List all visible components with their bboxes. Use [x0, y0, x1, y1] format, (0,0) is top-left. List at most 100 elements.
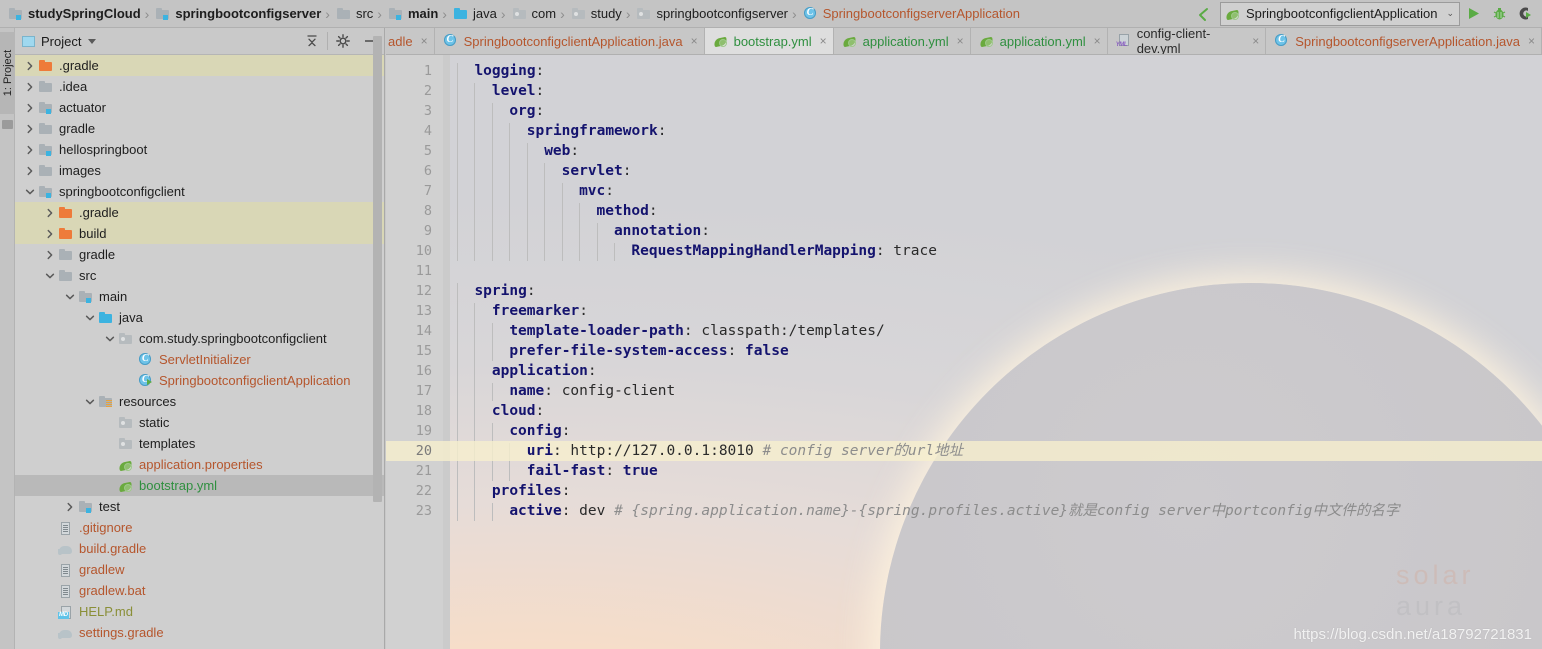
tree-row[interactable]: test	[15, 496, 384, 517]
editor-area[interactable]: 1 logging: 2 level: 3 org: 4 springframework: 5 w…	[386, 55, 1542, 649]
tree-row[interactable]: gradlew.bat	[15, 580, 384, 601]
tree-row[interactable]: .gradle	[15, 202, 384, 223]
chevron-down-icon[interactable]	[23, 181, 37, 202]
code-line[interactable]: 17 name: config-client	[386, 381, 1542, 401]
tree-row[interactable]: settings.gradle	[15, 622, 384, 643]
project-tree-scrollbar[interactable]	[373, 36, 382, 502]
tree-row[interactable]: gradle	[15, 244, 384, 265]
run-button[interactable]	[1460, 1, 1486, 27]
tree-row[interactable]: .idea	[15, 76, 384, 97]
tree-row[interactable]: bootstrap.yml	[15, 475, 384, 496]
chevron-right-icon[interactable]	[43, 202, 57, 223]
code-line[interactable]: 12 spring:	[386, 281, 1542, 301]
tree-row[interactable]: build.gradle	[15, 538, 384, 559]
editor-tab[interactable]: C SpringbootconfigclientApplication.java ×	[435, 28, 705, 54]
tree-row[interactable]: hellospringboot	[15, 139, 384, 160]
close-icon[interactable]: ×	[1094, 35, 1101, 47]
close-icon[interactable]: ×	[1252, 35, 1259, 47]
breadcrumb-item-studyspringcloud[interactable]: studySpringCloud	[4, 0, 143, 28]
chevron-down-icon[interactable]	[88, 38, 97, 44]
close-icon[interactable]: ×	[421, 35, 428, 47]
breadcrumb-item-springbootconfigserver[interactable]: springbootconfigserver	[151, 0, 323, 28]
code-line[interactable]: 9 annotation:	[386, 221, 1542, 241]
navigate-back-icon[interactable]	[1192, 3, 1214, 25]
code-line[interactable]: 1 logging:	[386, 61, 1542, 81]
tree-row[interactable]: templates	[15, 433, 384, 454]
debug-button[interactable]	[1486, 1, 1512, 27]
tree-row[interactable]: application.properties	[15, 454, 384, 475]
tree-row[interactable]: .gradle	[15, 55, 384, 76]
chevron-right-icon[interactable]	[23, 118, 37, 139]
tree-row[interactable]: actuator	[15, 97, 384, 118]
code-line[interactable]: 19 config:	[386, 421, 1542, 441]
tree-row[interactable]: gradlew	[15, 559, 384, 580]
chevron-right-icon[interactable]	[23, 139, 37, 160]
breadcrumb-item-java[interactable]: java	[449, 0, 499, 28]
chevron-right-icon[interactable]	[23, 76, 37, 97]
code-line[interactable]: 5 web:	[386, 141, 1542, 161]
tree-row[interactable]: main	[15, 286, 384, 307]
code-line[interactable]: 10 RequestMappingHandlerMapping: trace	[386, 241, 1542, 261]
editor-tab[interactable]: adle ×	[386, 28, 435, 54]
tree-row[interactable]: static	[15, 412, 384, 433]
tree-row[interactable]: springbootconfigclient	[15, 181, 384, 202]
tree-row[interactable]: C ServletInitializer	[15, 349, 384, 370]
chevron-right-icon[interactable]	[63, 496, 77, 517]
editor-tab[interactable]: YML config-client-dev.yml ×	[1108, 28, 1267, 54]
chevron-down-icon[interactable]: ⌄	[1446, 8, 1454, 19]
code-line[interactable]: 13 freemarker:	[386, 301, 1542, 321]
chevron-right-icon[interactable]	[43, 223, 57, 244]
close-icon[interactable]: ×	[691, 35, 698, 47]
breadcrumb-item-springbootconfigserverapplication[interactable]: C SpringbootconfigserverApplication	[799, 0, 1022, 28]
breadcrumb-item-src[interactable]: src	[332, 0, 375, 28]
editor-tab[interactable]: C SpringbootconfigserverApplication.java ×	[1266, 28, 1542, 54]
code-line[interactable]: 20 uri: http://127.0.0.1:8010 # config se…	[386, 441, 1542, 461]
code-line[interactable]: 4 springframework:	[386, 121, 1542, 141]
breadcrumb-item-springbootconfigserver[interactable]: springbootconfigserver	[632, 0, 790, 28]
breadcrumb-item-com[interactable]: com	[508, 0, 559, 28]
chevron-down-icon[interactable]	[83, 391, 97, 412]
editor-tab[interactable]: bootstrap.yml ×	[704, 28, 834, 54]
editor-tab[interactable]: application.yml ×	[971, 28, 1108, 54]
chevron-right-icon[interactable]	[43, 244, 57, 265]
code-line[interactable]: 16 application:	[386, 361, 1542, 381]
tree-row[interactable]: images	[15, 160, 384, 181]
tree-row[interactable]: gradle	[15, 118, 384, 139]
code-line[interactable]: 8 method:	[386, 201, 1542, 221]
code-line[interactable]: 11	[386, 261, 1542, 281]
chevron-down-icon[interactable]	[63, 286, 77, 307]
gear-icon[interactable]	[330, 29, 356, 53]
code-content[interactable]: 1 logging: 2 level: 3 org: 4 springframework: 5 w…	[386, 61, 1542, 521]
code-line[interactable]: 6 servlet:	[386, 161, 1542, 181]
code-line[interactable]: 18 cloud:	[386, 401, 1542, 421]
tree-row[interactable]: build	[15, 223, 384, 244]
close-icon[interactable]: ×	[820, 35, 827, 47]
code-line[interactable]: 21 fail-fast: true	[386, 461, 1542, 481]
tree-row[interactable]: src	[15, 265, 384, 286]
tree-row[interactable]: MD HELP.md	[15, 601, 384, 622]
tool-window-button-project[interactable]: 1: Project	[0, 32, 15, 114]
run-configuration-selector[interactable]: SpringbootconfigclientApplication ⌄	[1219, 1, 1460, 26]
breadcrumb-item-main[interactable]: main	[384, 0, 440, 28]
project-tree[interactable]: .gradle .idea actuator gradle hellospringboo…	[15, 55, 384, 649]
tree-row[interactable]: resources	[15, 391, 384, 412]
chevron-down-icon[interactable]	[103, 328, 117, 349]
code-line[interactable]: 7 mvc:	[386, 181, 1542, 201]
code-line[interactable]: 2 level:	[386, 81, 1542, 101]
code-line[interactable]: 3 org:	[386, 101, 1542, 121]
tree-row[interactable]: com.study.springbootconfigclient	[15, 328, 384, 349]
chevron-right-icon[interactable]	[23, 160, 37, 181]
tree-row[interactable]: C SpringbootconfigclientApplication	[15, 370, 384, 391]
chevron-down-icon[interactable]	[83, 307, 97, 328]
code-line[interactable]: 14 template-loader-path: classpath:/templ…	[386, 321, 1542, 341]
editor-tab[interactable]: application.yml ×	[834, 28, 971, 54]
tree-row[interactable]: java	[15, 307, 384, 328]
code-line[interactable]: 23 active: dev # {spring.application.name…	[386, 501, 1542, 521]
run-with-coverage-button[interactable]	[1512, 1, 1538, 27]
collapse-all-icon[interactable]	[299, 29, 325, 53]
close-icon[interactable]: ×	[1528, 35, 1535, 47]
chevron-right-icon[interactable]	[23, 97, 37, 118]
code-line[interactable]: 22 profiles:	[386, 481, 1542, 501]
chevron-down-icon[interactable]	[43, 265, 57, 286]
breadcrumb-item-study[interactable]: study	[567, 0, 624, 28]
